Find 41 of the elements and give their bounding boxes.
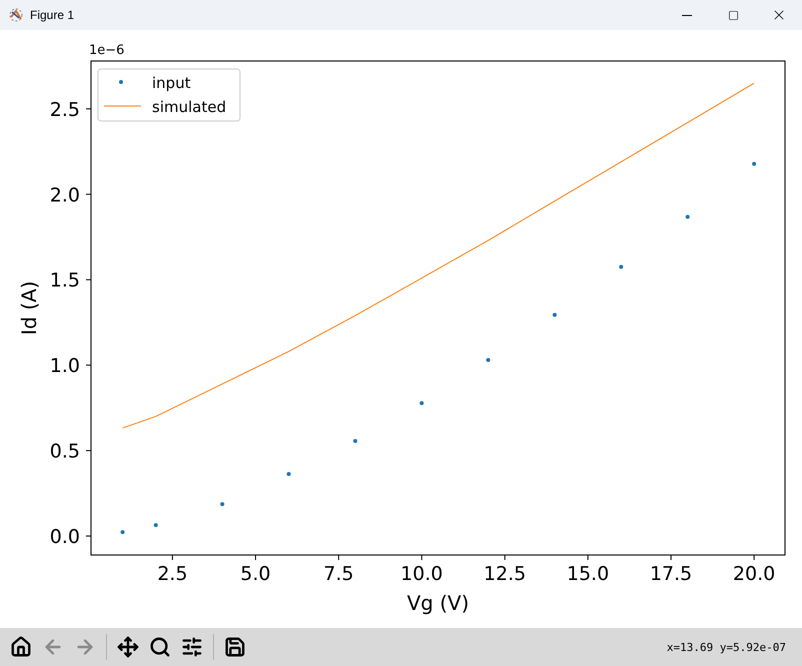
x-tick-label: 5.0 xyxy=(240,563,271,585)
save-icon xyxy=(224,636,246,658)
data-point xyxy=(220,502,224,506)
data-point xyxy=(552,312,557,317)
x-tick-label: 17.5 xyxy=(650,563,692,585)
axis-offset-label: 1e−6 xyxy=(89,43,124,58)
y-tick-label: 1.5 xyxy=(50,270,80,292)
minimize-icon xyxy=(682,14,692,16)
legend-label: simulated xyxy=(152,98,226,116)
data-point xyxy=(286,472,291,476)
search-icon xyxy=(149,636,171,658)
x-tick-label: 12.5 xyxy=(484,563,526,585)
home-icon xyxy=(10,636,32,658)
y-tick-label: 0.5 xyxy=(50,440,80,463)
y-tick-label: 2.5 xyxy=(50,98,80,121)
data-point xyxy=(420,401,424,406)
maximize-icon xyxy=(728,10,738,20)
legend-marker xyxy=(119,80,123,84)
data-point xyxy=(752,162,756,166)
sliders-icon xyxy=(181,636,203,658)
y-tick-label: 2.0 xyxy=(50,184,80,206)
window-title: Figure 1 xyxy=(30,8,76,22)
x-tick-label: 7.5 xyxy=(324,563,354,585)
y-tick-label: 0.0 xyxy=(50,526,80,548)
data-point xyxy=(619,264,624,269)
x-tick-label: 20.0 xyxy=(732,563,776,585)
data-point xyxy=(686,214,690,219)
x-tick-label: 10.0 xyxy=(400,563,443,585)
x-tick-label: 2.5 xyxy=(157,563,188,585)
move-icon xyxy=(117,636,139,658)
data-point xyxy=(486,358,490,362)
data-point xyxy=(154,523,158,528)
legend-label: input xyxy=(152,74,191,92)
data-point xyxy=(353,439,358,444)
x-axis-label: Vg (V) xyxy=(406,591,470,615)
app-icon xyxy=(8,7,24,23)
data-point xyxy=(120,530,125,534)
cursor-coordinates: x=13.69 y=5.92e-07 xyxy=(666,640,786,654)
x-tick-label: 15.0 xyxy=(566,563,610,585)
y-tick-label: 1.0 xyxy=(50,355,80,378)
y-axis-label: Id (A) xyxy=(17,280,41,336)
